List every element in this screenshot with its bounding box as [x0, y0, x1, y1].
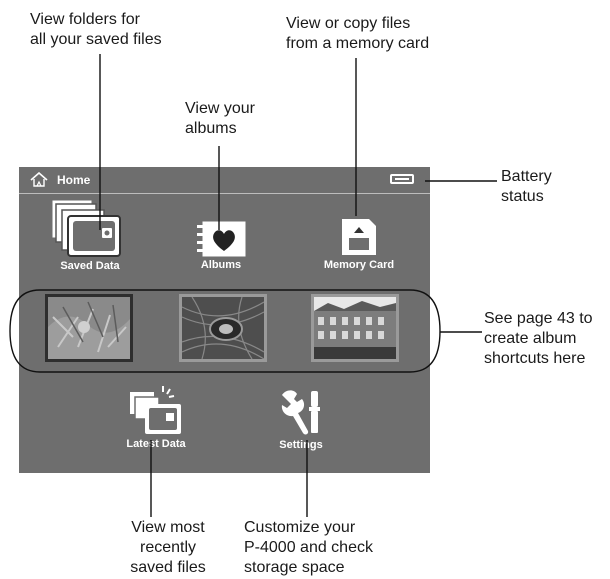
callout-memory-card: View or copy files from a memory card: [286, 15, 430, 52]
memory-card-label: Memory Card: [323, 259, 395, 271]
home-screen: Home Saved Data Albums Memory Card Lates…: [19, 167, 430, 473]
callout-albums: View your albums: [185, 100, 255, 137]
heart-album-icon: [197, 221, 246, 257]
page-title: Home: [57, 173, 91, 187]
albums-label: Albums: [200, 259, 242, 271]
callout-latest: View most recently saved files: [130, 519, 206, 576]
latest-data-button[interactable]: Latest Data: [111, 384, 201, 450]
album-shortcut-1[interactable]: [45, 294, 133, 362]
settings-label: Settings: [279, 439, 323, 451]
albums-button[interactable]: Albums: [181, 221, 261, 271]
callout-shortcuts: See page 43 to create album shortcuts he…: [484, 310, 593, 367]
settings-button[interactable]: Settings: [261, 389, 341, 451]
memory-card-icon: [342, 219, 376, 255]
plant-photo: [48, 297, 130, 359]
callout-settings: Customize your P-4000 and check storage …: [244, 519, 373, 576]
latest-files-icon: [130, 386, 181, 434]
album-shortcut-2[interactable]: [179, 294, 267, 362]
feather-photo: [182, 297, 264, 359]
folders-icon: [52, 200, 121, 257]
saved-data-button[interactable]: Saved Data: [45, 200, 135, 272]
callout-battery: Battery status: [501, 168, 552, 205]
building-photo: [314, 297, 396, 359]
callout-saved-folders: View folders for all your saved files: [30, 11, 162, 48]
memory-card-button[interactable]: Memory Card: [309, 217, 409, 271]
home-icon: [30, 172, 48, 187]
album-shortcut-3[interactable]: [311, 294, 399, 362]
title-bar: Home: [19, 167, 430, 194]
latest-data-label: Latest Data: [126, 438, 186, 450]
battery-icon: [390, 174, 414, 184]
wrench-screwdriver-icon: [281, 390, 320, 435]
saved-data-label: Saved Data: [60, 260, 120, 272]
